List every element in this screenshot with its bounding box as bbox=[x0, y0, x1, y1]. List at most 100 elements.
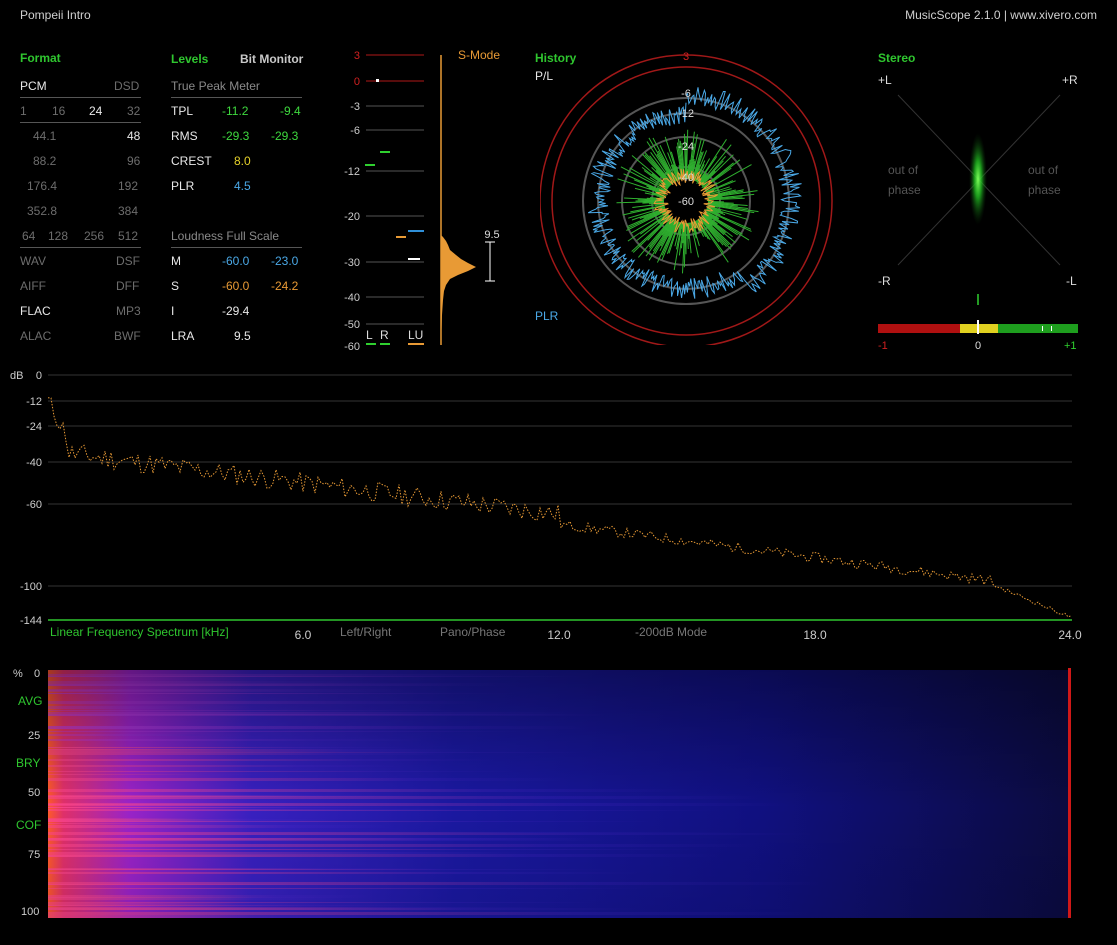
ring-label: -60 bbox=[678, 196, 694, 208]
rate-dsd: 48 bbox=[127, 129, 141, 143]
sonogram-axis: % 0 AVG 25 BRY 50 COF 75 100 bbox=[10, 667, 50, 922]
stereo-plus-l: +L bbox=[878, 73, 892, 87]
scale-label: -60 bbox=[344, 341, 360, 353]
format-dsd[interactable]: DSD bbox=[114, 79, 139, 93]
correlation-meter bbox=[878, 320, 1078, 334]
m-value-b: -23.0 bbox=[271, 254, 299, 268]
scale-label: -3 bbox=[350, 101, 360, 113]
out-of-phase-left: out of bbox=[888, 163, 919, 177]
spectrum-ytick: -60 bbox=[26, 499, 42, 511]
meter-scale: 3 0 -3 -6 -12 -20 -30 -40 -50 -60 bbox=[344, 50, 424, 353]
levels-title[interactable]: Levels bbox=[171, 52, 208, 66]
corr-min: -1 bbox=[878, 340, 888, 352]
bit-16: 16 bbox=[52, 104, 66, 118]
tpl-right: -9.4 bbox=[280, 104, 301, 118]
sono-tick: 25 bbox=[28, 730, 41, 742]
spectrum-ytick: -40 bbox=[26, 457, 42, 469]
format-title: Format bbox=[20, 51, 61, 65]
playhead-marker[interactable] bbox=[1068, 668, 1071, 918]
stereo-minus-l: -L bbox=[1066, 274, 1077, 288]
plr-value: 4.5 bbox=[234, 179, 251, 193]
app-title: MusicScope 2.1.0 | www.xivero.com bbox=[905, 8, 1097, 22]
sonogram-display bbox=[48, 670, 1068, 918]
pano-phase-button[interactable]: Pano/Phase bbox=[440, 625, 506, 639]
divider bbox=[171, 97, 302, 98]
200db-mode-button[interactable]: -200dB Mode bbox=[635, 625, 707, 639]
sono-cof[interactable]: COF bbox=[16, 818, 41, 832]
spectrum-ytick: -12 bbox=[26, 396, 42, 408]
sono-tick: 50 bbox=[28, 787, 41, 799]
peak-hold-marker bbox=[376, 79, 379, 82]
dsd-rate: 512 bbox=[118, 229, 139, 243]
history-radar: 3 -6 -12 -24 -40 -60 bbox=[540, 51, 833, 345]
bit-32: 32 bbox=[127, 104, 141, 118]
ring-label: -24 bbox=[678, 141, 694, 153]
divider bbox=[20, 247, 141, 248]
s-loudness-bar bbox=[396, 236, 406, 238]
scale-label: -20 bbox=[344, 211, 360, 223]
rate-dsd: 384 bbox=[118, 204, 139, 218]
scale-label: -40 bbox=[344, 292, 360, 304]
rms-left: -29.3 bbox=[222, 129, 250, 143]
s-value-a: -60.0 bbox=[222, 279, 250, 293]
divider bbox=[171, 247, 302, 248]
left-right-button[interactable]: Left/Right bbox=[340, 625, 392, 639]
s-value-b: -24.2 bbox=[271, 279, 299, 293]
sono-tick: 75 bbox=[28, 849, 41, 861]
rate-pcm: 44.1 bbox=[33, 129, 57, 143]
spectrum-grid bbox=[48, 374, 1072, 587]
dsd-rate: 128 bbox=[48, 229, 69, 243]
ring-label: -40 bbox=[678, 172, 694, 184]
spectrum-ytick: -144 bbox=[20, 615, 42, 627]
tpl-label: TPL bbox=[171, 104, 194, 118]
loudness-histogram bbox=[441, 235, 476, 345]
divider bbox=[20, 97, 141, 98]
corr-mid: 0 bbox=[975, 340, 981, 352]
scale-label: 3 bbox=[354, 50, 360, 62]
rms-right: -29.3 bbox=[271, 129, 299, 143]
file-type: DFF bbox=[116, 279, 140, 293]
scale-label: -30 bbox=[344, 257, 360, 269]
sono-bry[interactable]: BRY bbox=[16, 756, 40, 770]
true-peak-header: True Peak Meter bbox=[171, 79, 260, 93]
ring-label: -6 bbox=[681, 88, 691, 100]
bit-monitor-tab[interactable]: Bit Monitor bbox=[240, 52, 303, 66]
divider bbox=[20, 122, 141, 123]
tpl-left: -11.2 bbox=[222, 104, 249, 118]
file-type: ALAC bbox=[20, 329, 52, 343]
channel-l: L bbox=[366, 328, 373, 342]
dsd-rate: 64 bbox=[22, 229, 36, 243]
spectrum-xtick: 6.0 bbox=[295, 628, 312, 642]
lra-value: 9.5 bbox=[234, 329, 251, 343]
file-type: AIFF bbox=[20, 279, 46, 293]
sono-tick: 0 bbox=[34, 668, 41, 680]
l-peak-bar bbox=[365, 164, 375, 166]
out-of-phase-left: phase bbox=[888, 183, 921, 197]
spectrum-xtick: 24.0 bbox=[1058, 628, 1082, 642]
stereo-vectorscope: +L +R -R -L out of phase out of phase -1… bbox=[878, 73, 1078, 352]
spectrum-xtick: 18.0 bbox=[803, 628, 827, 642]
m-value-a: -60.0 bbox=[222, 254, 250, 268]
rate-pcm: 352.8 bbox=[27, 204, 58, 218]
rate-dsd: 192 bbox=[118, 179, 139, 193]
smode-label[interactable]: S-Mode bbox=[458, 48, 500, 62]
stereo-minus-r: -R bbox=[878, 274, 891, 288]
i-value: -29.4 bbox=[222, 304, 250, 318]
scale-label: -12 bbox=[344, 166, 360, 178]
lra-label: 9.5 bbox=[484, 229, 499, 241]
spectrum-ytick: -24 bbox=[26, 421, 42, 433]
window-title: Pompeii Intro bbox=[20, 8, 91, 22]
ring-label: 3 bbox=[683, 51, 689, 63]
file-type: MP3 bbox=[116, 304, 141, 318]
r-peak-bar bbox=[380, 151, 390, 153]
bit-1: 1 bbox=[20, 104, 27, 118]
bit-24: 24 bbox=[89, 104, 103, 118]
channel-r: R bbox=[380, 328, 389, 342]
format-pcm[interactable]: PCM bbox=[20, 79, 47, 93]
loudness-header: Loudness Full Scale bbox=[171, 229, 280, 243]
i-label: I bbox=[171, 304, 175, 318]
file-type: DSF bbox=[116, 254, 140, 268]
spectrum-xlabel: Linear Frequency Spectrum [kHz] bbox=[50, 625, 229, 639]
lra-label: LRA bbox=[171, 329, 195, 343]
sono-avg[interactable]: AVG bbox=[18, 694, 42, 708]
